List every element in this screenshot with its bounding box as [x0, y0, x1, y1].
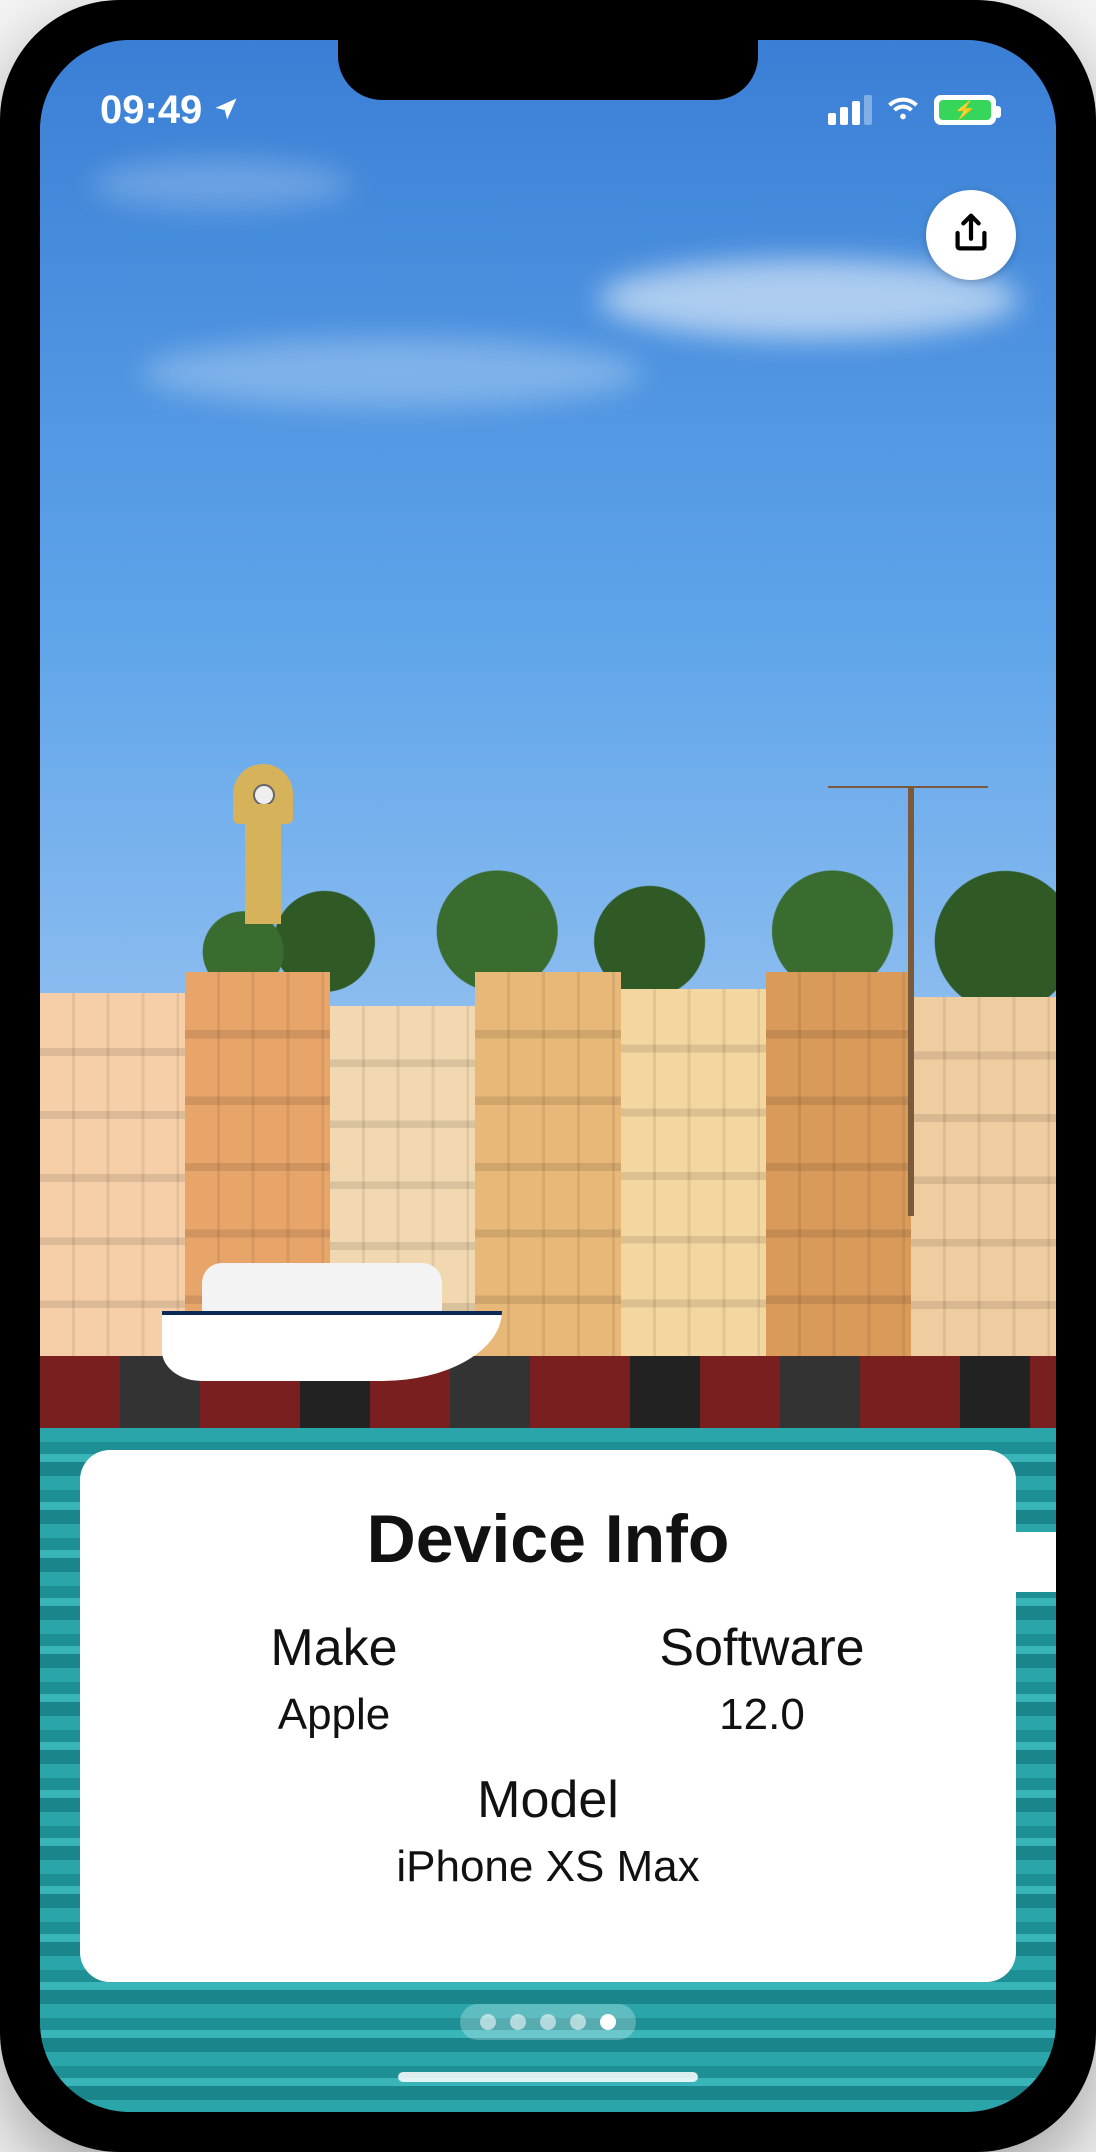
make-value: Apple	[120, 1690, 548, 1740]
status-right: ⚡	[828, 91, 996, 130]
card-row-bottom: Model iPhone XS Max	[120, 1770, 976, 1892]
make-label: Make	[120, 1618, 548, 1678]
battery-charging-icon: ⚡	[934, 95, 996, 125]
model-block: Model iPhone XS Max	[120, 1770, 976, 1892]
location-arrow-icon	[212, 88, 240, 133]
notch	[338, 40, 758, 100]
cloud-icon	[142, 338, 642, 408]
model-value: iPhone XS Max	[120, 1842, 976, 1892]
photo-tower	[233, 744, 293, 924]
model-label: Model	[120, 1770, 976, 1830]
wifi-icon	[886, 91, 920, 130]
make-block: Make Apple	[120, 1618, 548, 1740]
share-button[interactable]	[926, 190, 1016, 280]
page-dot[interactable]	[480, 2014, 496, 2030]
screen: 09:49 ⚡	[40, 40, 1056, 2112]
device-info-card[interactable]: Device Info Make Apple Software 12.0 Mod…	[80, 1450, 1016, 1982]
page-dot[interactable]	[570, 2014, 586, 2030]
status-time: 09:49	[100, 88, 202, 133]
share-icon	[948, 210, 994, 261]
home-indicator[interactable]	[398, 2072, 698, 2082]
software-label: Software	[548, 1618, 976, 1678]
page-indicator[interactable]	[460, 2004, 636, 2040]
card-row-top: Make Apple Software 12.0	[120, 1618, 976, 1740]
photo-mast	[908, 786, 914, 1216]
software-value: 12.0	[548, 1690, 976, 1740]
cloud-icon	[91, 159, 351, 209]
status-left: 09:49	[100, 88, 240, 133]
card-title: Device Info	[120, 1500, 976, 1578]
page-dot[interactable]	[540, 2014, 556, 2030]
software-block: Software 12.0	[548, 1618, 976, 1740]
phone-frame: 09:49 ⚡	[0, 0, 1096, 2152]
photo-yacht	[162, 1221, 502, 1381]
page-dot[interactable]	[510, 2014, 526, 2030]
cellular-signal-icon	[828, 95, 872, 125]
page-dot[interactable]	[600, 2014, 616, 2030]
